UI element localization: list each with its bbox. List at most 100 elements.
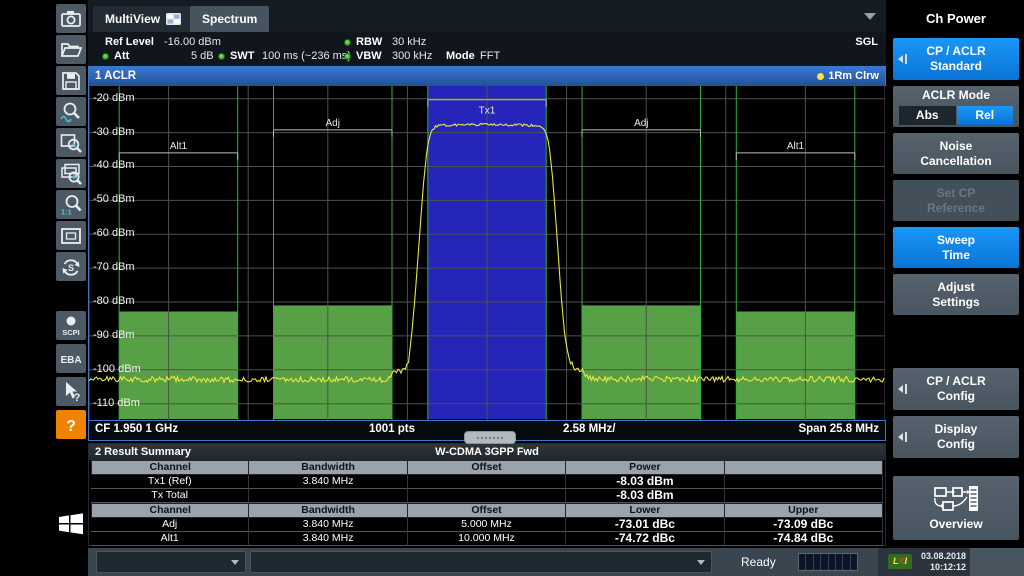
table-header-cell: Lower [566, 503, 725, 518]
channel-label: Adj [325, 118, 339, 129]
table-cell [407, 489, 567, 503]
result-summary-titlebar[interactable]: W-CDMA 3GPP Fwd 2 Result Summary [89, 444, 885, 460]
svg-text:EBA: EBA [60, 355, 81, 366]
table-cell: -73.01 dBc [566, 518, 725, 532]
status-dropdown-large[interactable] [250, 551, 712, 573]
table-header-cell: Bandwidth [249, 503, 408, 518]
softkey-cp-aclr-standard[interactable]: CP / ACLR Standard [893, 38, 1019, 80]
toolbar-button-context-help[interactable]: ? [56, 377, 86, 406]
aclr-window: 1 ACLR 1Rm Clrw Alt1 Adj Tx1 Adj Alt1 -20 dB… [88, 66, 887, 441]
table-cell: 10.000 MHz [407, 532, 567, 546]
toolbar-button-save[interactable] [56, 66, 86, 95]
spectrum-display[interactable]: Alt1 Adj Tx1 Adj Alt1 -20 dBm -30 dBm -40 dBm -… [88, 86, 887, 420]
multiview-grid-icon [166, 13, 182, 25]
toolbar-button-open-folder[interactable] [56, 35, 86, 64]
table-header-cell: Power [566, 460, 725, 475]
status-date: 03.08.2018 [920, 551, 966, 561]
y-axis-tick-label: -40 dBm [93, 159, 135, 172]
table-cell [724, 475, 883, 489]
softkey-label: Standard [929, 59, 982, 73]
tab-list-dropdown-icon[interactable] [864, 13, 876, 20]
table-header-cell: Channel [91, 460, 250, 475]
tx-power-table: Channel Bandwidth Offset Power Tx1 (Ref) 3.84… [91, 460, 883, 503]
softkey-noise-cancellation[interactable]: Noise Cancellation [893, 133, 1019, 174]
status-dropdown-small[interactable] [96, 551, 246, 573]
table-cell [724, 489, 883, 503]
softkey-label: ACLR Mode [922, 88, 990, 102]
softkey-sweep-time[interactable]: Sweep Time [893, 227, 1019, 268]
channel-power-bar [582, 305, 701, 419]
att-label: Att [114, 50, 130, 62]
softkey-label: Noise [939, 138, 973, 153]
table-cell: -74.84 dBc [724, 532, 883, 546]
repeat-single-icon: S [59, 255, 83, 279]
softkey-adjust-settings[interactable]: Adjust Settings [893, 274, 1019, 315]
softkey-display-config[interactable]: Display Config [893, 416, 1019, 458]
toolbar-button-multi-zoom[interactable] [56, 159, 86, 188]
window-splitter-handle[interactable] [464, 431, 516, 444]
channel-label: Alt1 [170, 141, 188, 152]
toolbar-button-repeat-single[interactable]: S [56, 252, 86, 281]
table-cell: 3.840 MHz [249, 475, 408, 489]
toggle-option-rel[interactable]: Rel [956, 106, 1013, 125]
ref-level-value[interactable]: -16.00 dBm [164, 36, 221, 48]
y-axis-tick-label: -20 dBm [93, 91, 135, 104]
center-frequency[interactable]: CF 1.950 1 GHz [95, 423, 178, 435]
context-help-icon: ? [59, 380, 83, 404]
rbw-led-icon [344, 39, 351, 46]
softkey-overview[interactable]: Overview [893, 476, 1019, 540]
sweep-progress-bar [798, 553, 858, 571]
toggle-option-abs[interactable]: Abs [899, 106, 956, 125]
toolbar-button-help[interactable]: ? [56, 410, 86, 439]
swt-value[interactable]: 100 ms (~236 ms) [262, 50, 351, 62]
single-sweep-indicator: SGL [855, 36, 878, 48]
softkey-cp-aclr-config[interactable]: CP / ACLR Config [893, 368, 1019, 410]
submenu-arrow-icon [898, 384, 907, 394]
span-value[interactable]: Span 25.8 MHz [798, 423, 879, 435]
table-cell: 5.000 MHz [407, 518, 567, 532]
swt-label: SWT [230, 50, 255, 62]
table-cell [407, 475, 567, 489]
windows-start-button[interactable] [56, 509, 86, 543]
table-header-cell [724, 460, 883, 475]
toolbar-button-camera[interactable] [56, 4, 86, 33]
softkey-set-cp-reference: Set CP Reference [893, 180, 1019, 221]
help-icon: ? [59, 413, 83, 437]
rbw-value[interactable]: 30 kHz [392, 36, 426, 48]
tab-multiview[interactable]: MultiView [93, 6, 194, 32]
per-division: 2.58 MHz/ [563, 423, 616, 435]
trace-color-dot-icon [817, 73, 825, 80]
tab-spectrum-label: Spectrum [202, 12, 258, 26]
svg-text:?: ? [66, 418, 76, 435]
mode-label: Mode [446, 50, 475, 62]
softkey-label: Settings [932, 294, 980, 309]
table-cell: Tx Total [91, 489, 250, 503]
att-value[interactable]: 5 dB [191, 50, 214, 62]
result-summary-title: 2 Result Summary [95, 446, 191, 458]
overview-flowchart-icon [933, 485, 979, 517]
y-axis-tick-label: -90 dBm [93, 328, 135, 341]
toolbar-button-scpi-record[interactable]: SCPI [56, 311, 86, 340]
table-header-cell: Upper [724, 503, 883, 518]
instrument-screen: 1:1 S SCPI EBA?? MultiView Spectrum Ref Lev… [0, 0, 1024, 576]
toolbar-button-eba[interactable]: EBA [56, 344, 86, 373]
toolbar-button-zoom-signal[interactable] [56, 97, 86, 126]
aclr-window-titlebar[interactable]: 1 ACLR 1Rm Clrw [89, 67, 885, 86]
toolbar-button-zoom-1to1[interactable]: 1:1 [56, 190, 86, 219]
tab-spectrum[interactable]: Spectrum [190, 6, 270, 32]
table-cell: Tx1 (Ref) [91, 475, 250, 489]
table-cell: 3.840 MHz [249, 532, 408, 546]
toolbar-button-display-frame[interactable] [56, 221, 86, 250]
svg-text:1:1: 1:1 [61, 207, 72, 216]
y-axis-tick-label: -110 dBm [93, 396, 140, 409]
vbw-led-icon [344, 53, 351, 60]
mode-value[interactable]: FFT [480, 50, 500, 62]
status-corner-button[interactable] [970, 548, 1024, 576]
y-axis-tick-label: -80 dBm [93, 295, 135, 308]
vbw-value[interactable]: 300 kHz [392, 50, 432, 62]
softkey-label: Reference [926, 200, 986, 215]
softkey-aclr-mode[interactable]: ACLR Mode Abs Rel [893, 86, 1019, 127]
table-cell: 3.840 MHz [249, 518, 408, 532]
toolbar-button-zoom-graph[interactable] [56, 128, 86, 157]
softkey-label: CP / ACLR [926, 44, 986, 58]
